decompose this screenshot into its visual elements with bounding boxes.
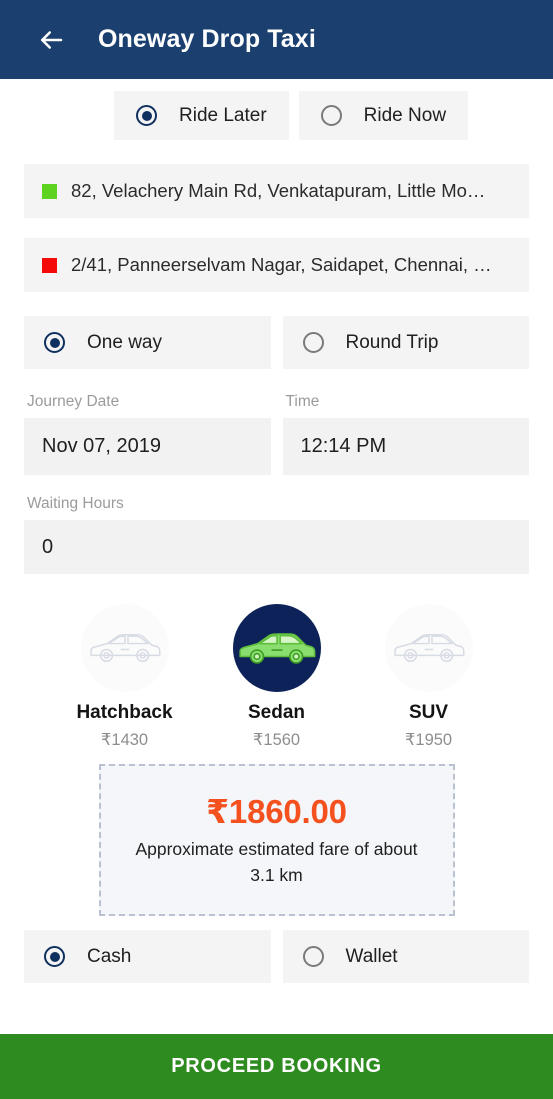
sedan-circle: [232, 604, 321, 692]
ride-mode-option-ride-later[interactable]: Ride Later: [114, 91, 289, 140]
radio-round-trip[interactable]: [302, 332, 324, 353]
proceed-booking-label: PROCEED BOOKING: [171, 1055, 382, 1077]
pickup-address-text: 82, Velachery Main Rd, Venkatapuram, Lit…: [71, 180, 486, 201]
suv-circle: [384, 604, 473, 692]
journey-date-group: Journey Date Nov 07, 2019: [24, 393, 271, 475]
vehicle-name: Hatchback: [76, 702, 173, 723]
vehicle-selector: Hatchback ₹1430 Sedan ₹1560 SUV ₹1950: [0, 598, 553, 750]
waiting-hours-group: Waiting Hours 0: [0, 495, 553, 574]
pickup-address-field[interactable]: 82, Velachery Main Rd, Venkatapuram, Lit…: [24, 164, 529, 218]
vehicle-name: Sedan: [247, 702, 306, 723]
car-icon: [89, 633, 160, 663]
journey-date-value: Nov 07, 2019: [42, 435, 161, 457]
vehicle-price: ₹1430: [100, 731, 149, 749]
drop-address-text: 2/41, Panneerselvam Nagar, Saidapet, Che…: [71, 254, 492, 275]
payment-label: Wallet: [345, 945, 398, 967]
ride-mode-label: Ride Now: [363, 104, 447, 126]
radio-ride-later[interactable]: [136, 105, 157, 126]
vehicle-price: ₹1950: [404, 731, 453, 749]
trip-type-label: Round Trip: [345, 331, 439, 353]
trip-type-label: One way: [87, 331, 162, 353]
oneway-drop-taxi-screen: Oneway Drop Taxi Ride Later Ride Now 82,…: [0, 0, 553, 1099]
fare-amount: ₹1860.00: [206, 793, 347, 831]
vehicle-name: SUV: [408, 702, 449, 723]
fare-estimate-section: ₹1860.00 Approximate estimated fare of a…: [0, 750, 553, 916]
payment-label: Cash: [87, 945, 132, 967]
ride-mode-option-ride-now[interactable]: Ride Now: [298, 91, 469, 140]
trip-type-option-round-trip[interactable]: Round Trip: [282, 316, 529, 369]
waiting-hours-value: 0: [42, 535, 54, 558]
trip-type-selector: One way Round Trip: [0, 316, 553, 369]
drop-marker-icon: [42, 257, 57, 273]
vehicle-option-sedan[interactable]: Sedan ₹1560: [222, 604, 332, 750]
radio-ride-now[interactable]: [320, 105, 342, 126]
hatchback-circle: [80, 604, 169, 692]
fare-note-line2: 3.1 km: [250, 864, 303, 885]
pickup-marker-icon: [42, 183, 57, 199]
app-header: Oneway Drop Taxi: [0, 0, 553, 79]
journey-time-input[interactable]: 12:14 PM: [282, 418, 529, 475]
journey-date-label: Journey Date: [27, 393, 120, 410]
payment-option-cash[interactable]: Cash: [24, 930, 271, 983]
car-icon: [393, 633, 464, 663]
journey-date-input[interactable]: Nov 07, 2019: [24, 418, 271, 475]
waiting-hours-label: Waiting Hours: [27, 495, 124, 512]
journey-time-group: Time 12:14 PM: [282, 393, 529, 475]
payment-option-wallet[interactable]: Wallet: [282, 930, 529, 983]
radio-one-way[interactable]: [44, 332, 65, 353]
vehicle-option-suv[interactable]: SUV ₹1950: [374, 604, 484, 750]
journey-time-label: Time: [285, 393, 320, 410]
trip-type-option-one-way[interactable]: One way: [24, 316, 271, 369]
vehicle-price: ₹1560: [252, 731, 301, 749]
radio-wallet[interactable]: [302, 946, 324, 967]
ride-mode-selector: Ride Later Ride Now: [0, 79, 553, 140]
arrow-left-icon[interactable]: [34, 23, 68, 57]
fare-estimate-box: ₹1860.00 Approximate estimated fare of a…: [98, 764, 455, 916]
payment-method-selector: Cash Wallet: [0, 916, 553, 983]
ride-mode-label: Ride Later: [179, 104, 267, 126]
journey-time-value: 12:14 PM: [300, 435, 387, 457]
fare-note-line1: Approximate estimated fare of about: [135, 839, 418, 860]
drop-address-field[interactable]: 2/41, Panneerselvam Nagar, Saidapet, Che…: [24, 238, 529, 292]
page-title: Oneway Drop Taxi: [98, 25, 316, 53]
fare-note: Approximate estimated fare of about 3.1 …: [135, 837, 417, 888]
waiting-hours-input[interactable]: 0: [24, 520, 529, 574]
proceed-booking-button[interactable]: PROCEED BOOKING: [0, 1034, 553, 1099]
journey-datetime-row: Journey Date Nov 07, 2019 Time 12:14 PM: [0, 393, 553, 475]
car-icon: [238, 632, 315, 664]
vehicle-option-hatchback[interactable]: Hatchback ₹1430: [70, 604, 180, 750]
radio-cash[interactable]: [44, 946, 65, 967]
